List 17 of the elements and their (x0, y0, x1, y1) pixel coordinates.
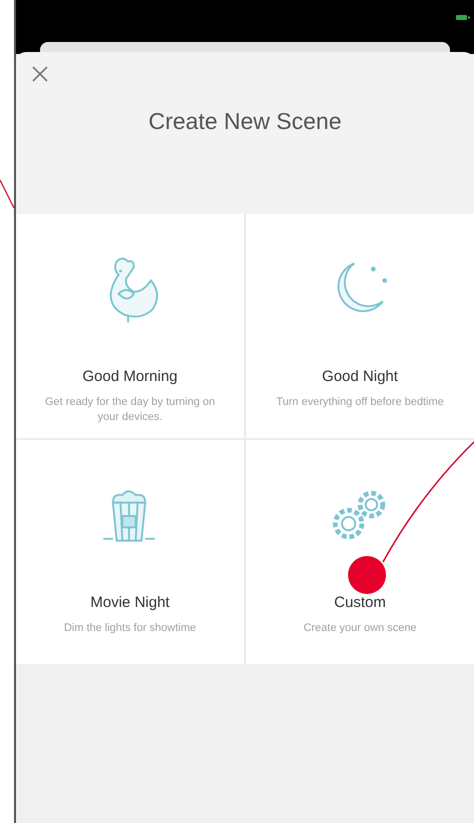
scene-title: Custom (334, 593, 386, 613)
scene-description: Get ready for the day by turning on your devices. (45, 394, 215, 424)
scene-description: Turn everything off before bedtime (275, 394, 445, 410)
leader-line (0, 180, 15, 208)
scene-card[interactable]: Movie Night Dim the lights for showtime (16, 440, 244, 664)
scene-title: Good Night (322, 367, 398, 387)
screen-title: Create New Scene (147, 107, 343, 136)
scene-card[interactable]: Good Night Turn everything off before bedtime (246, 214, 474, 438)
scene-description: Create your own scene (302, 620, 418, 636)
close-icon (31, 65, 49, 83)
annotation-dot (348, 556, 386, 594)
scene-title: Good Morning (82, 367, 178, 387)
battery-icon (456, 14, 470, 21)
scene-card[interactable]: Good Morning Get ready for the day by turning on your devices. (16, 214, 244, 438)
scene-title: Movie Night (90, 593, 170, 613)
scene-description: Dim the lights for showtime (62, 620, 198, 636)
scene-card[interactable]: Custom Create your own scene (246, 440, 474, 664)
